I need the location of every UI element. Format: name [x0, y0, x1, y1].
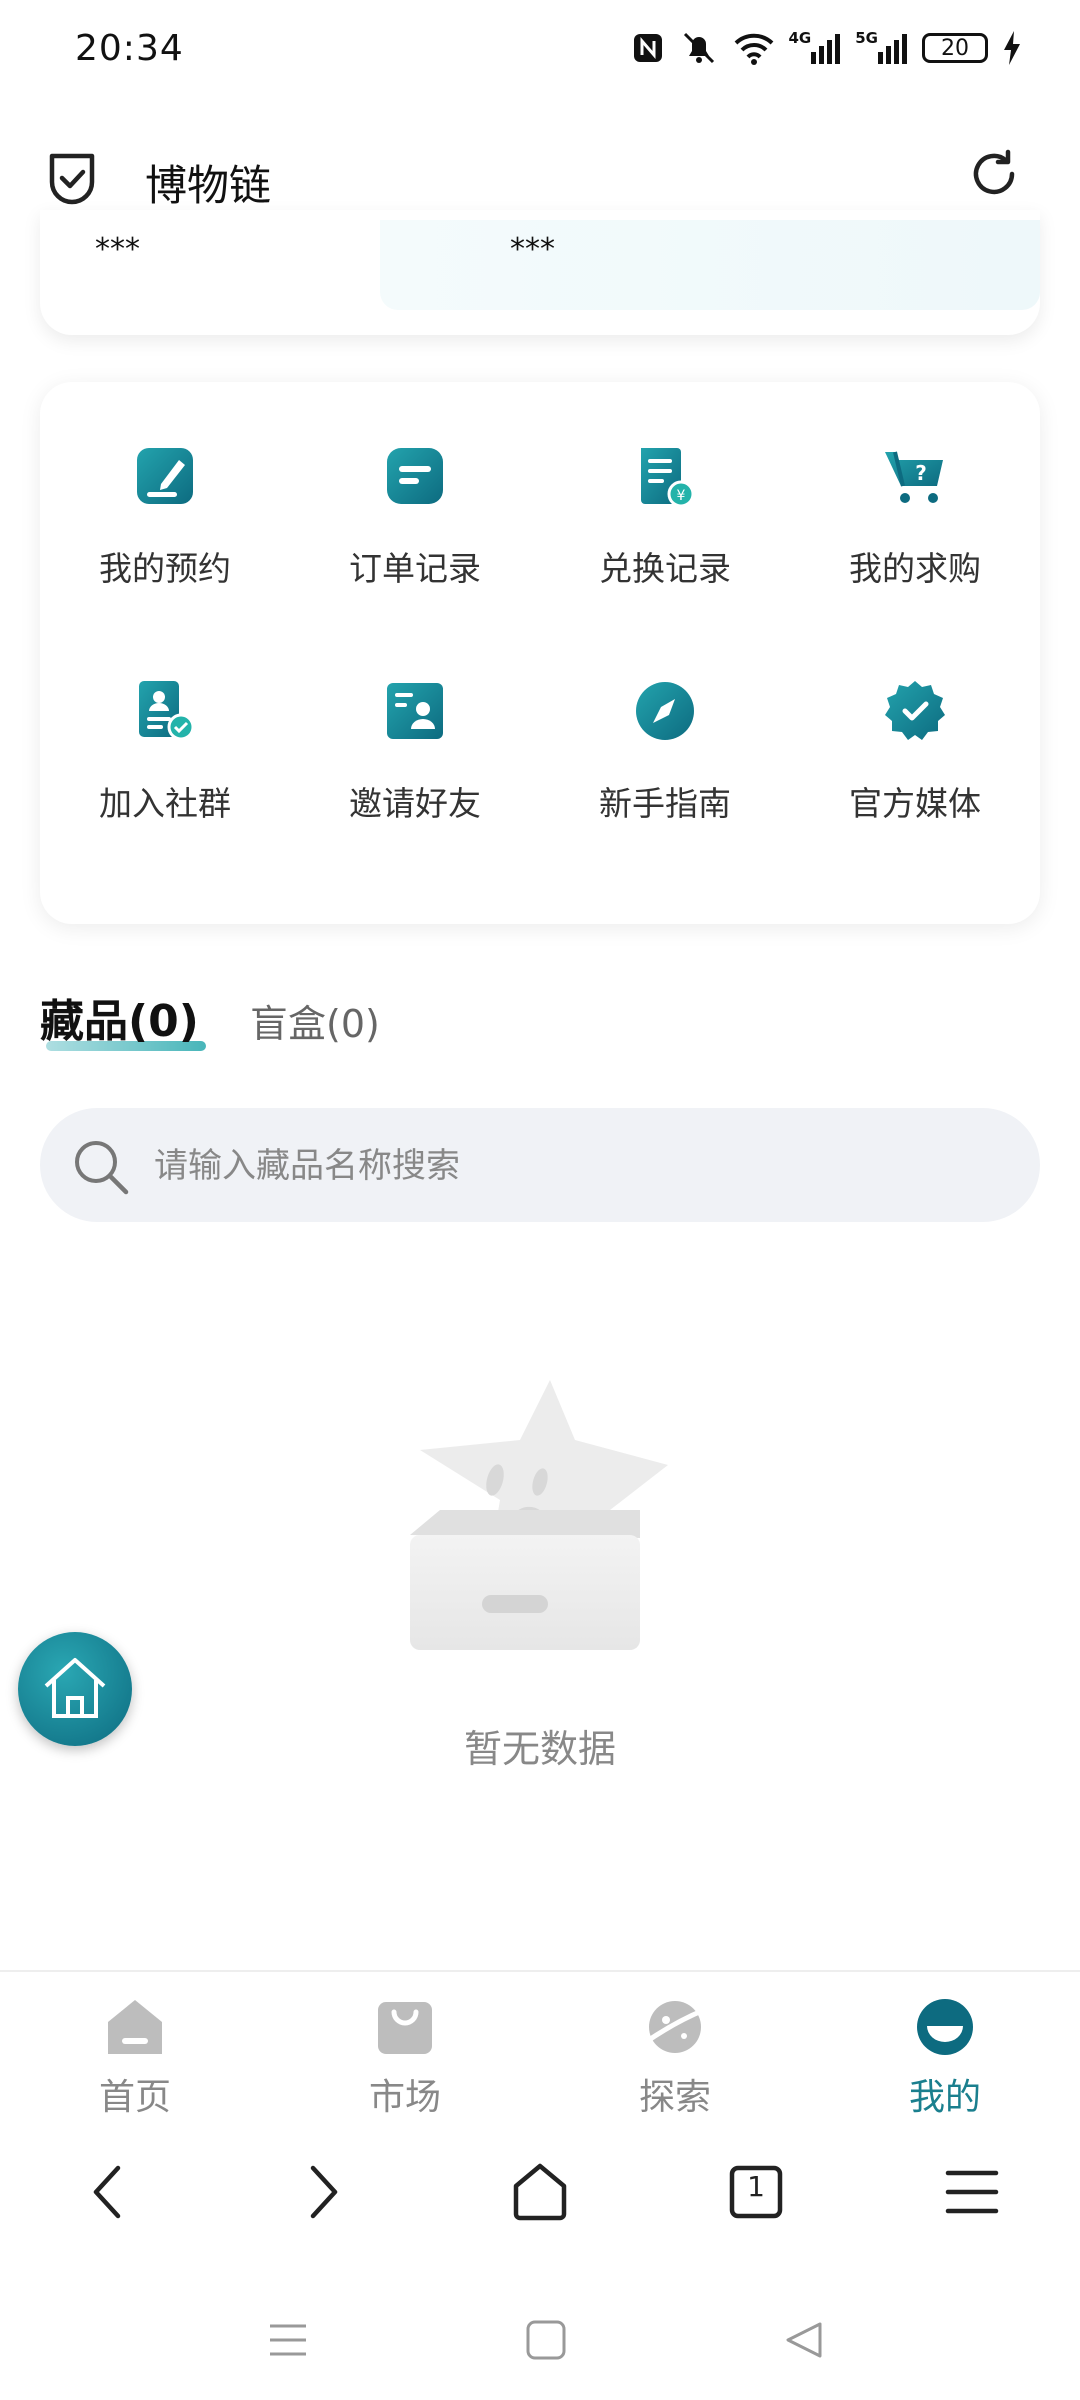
nav-item-explore[interactable]: 探索	[540, 1992, 810, 2120]
invite-card-icon	[387, 683, 443, 739]
compass-icon	[636, 682, 694, 740]
menu-label: 邀请好友	[349, 784, 481, 823]
status-time: 20:34	[75, 28, 184, 69]
signal-5g-label: 5G	[855, 29, 878, 47]
system-recents-button[interactable]	[258, 2310, 318, 2370]
community-card-icon	[139, 681, 195, 741]
signal-4g-icon: 4G	[789, 28, 842, 68]
account-summary-card: *** ***	[40, 210, 1040, 335]
nav-item-home[interactable]: 首页	[0, 1992, 270, 2120]
svg-text:?: ?	[915, 461, 927, 485]
status-icons: 4G 5G 20	[631, 28, 1023, 68]
function-menu-card: 我的预约 订单记录 ¥ 兑换记录 ? 我的求购 加入社群 邀请好友 新手指南 官…	[40, 382, 1040, 924]
browser-back-button[interactable]	[68, 2152, 148, 2232]
browser-tabs-button[interactable]: 1	[716, 2152, 796, 2232]
charging-icon	[1002, 28, 1022, 68]
menu-item-exchange-record[interactable]: ¥ 兑换记录	[540, 382, 790, 588]
bag-nav-icon	[378, 2002, 432, 2054]
profile-nav-icon	[917, 1999, 973, 2055]
signal-5g-icon: 5G	[855, 28, 908, 68]
tab-collections[interactable]: 藏品(0)	[40, 985, 199, 1049]
nav-label: 首页	[98, 2077, 171, 2118]
mute-icon	[679, 28, 719, 68]
bottom-tab-bar: 首页 市场 探索 我的	[0, 1970, 1080, 2132]
search-bar	[40, 1108, 1040, 1222]
summary-left-value: ***	[95, 232, 140, 267]
empty-box-star-illustration	[410, 1380, 668, 1650]
menu-label: 订单记录	[349, 549, 481, 588]
menu-item-my-reservation[interactable]: 我的预约	[40, 382, 290, 588]
hamburger-menu-icon	[945, 2170, 999, 2214]
chevron-right-icon	[310, 2165, 338, 2219]
svg-text:¥: ¥	[677, 488, 686, 504]
order-list-icon	[387, 448, 443, 504]
empty-state-text: 暂无数据	[463, 1727, 616, 1771]
triangle-back-icon	[786, 2322, 822, 2358]
menu-item-official-media[interactable]: 官方媒体	[790, 617, 1040, 823]
wifi-icon	[733, 28, 775, 68]
system-home-button[interactable]	[516, 2310, 576, 2370]
menu-label: 新手指南	[599, 784, 731, 823]
summary-highlight-panel	[380, 220, 1040, 310]
nav-item-mine[interactable]: 我的	[810, 1992, 1080, 2120]
home-outline-icon	[44, 1658, 106, 1718]
battery-indicator: 20	[922, 33, 988, 63]
menu-item-order-record[interactable]: 订单记录	[290, 382, 540, 588]
menu-label: 兑换记录	[599, 549, 731, 588]
floating-home-button[interactable]	[18, 1632, 132, 1746]
menu-item-beginner-guide[interactable]: 新手指南	[540, 617, 790, 823]
recents-lines-icon	[270, 2324, 306, 2356]
app-title: 博物链	[145, 161, 272, 210]
status-bar: 20:34 4G 5G 20	[0, 0, 1080, 100]
browser-forward-button[interactable]	[283, 2152, 363, 2232]
square-home-icon	[526, 2320, 566, 2360]
menu-label: 我的预约	[99, 549, 231, 588]
menu-label: 加入社群	[99, 784, 231, 823]
nav-label: 探索	[638, 2077, 711, 2118]
system-back-button[interactable]	[774, 2310, 834, 2370]
menu-item-my-purchase-request[interactable]: ? 我的求购	[790, 382, 1040, 588]
browser-menu-button[interactable]	[932, 2152, 1012, 2232]
system-navigation-bar	[0, 2270, 1080, 2400]
edit-doc-icon	[137, 448, 193, 504]
summary-right-value: ***	[510, 232, 555, 267]
menu-label: 官方媒体	[849, 784, 981, 823]
home-nav-icon	[108, 2000, 162, 2054]
verified-badge-icon	[885, 681, 945, 740]
planet-nav-icon	[643, 2001, 707, 2053]
search-input[interactable]	[152, 1138, 1006, 1194]
exchange-record-icon: ¥	[641, 448, 695, 508]
signal-4g-label: 4G	[788, 29, 812, 47]
chevron-left-icon	[93, 2165, 121, 2219]
search-icon	[75, 1141, 129, 1195]
cart-question-icon: ?	[885, 451, 943, 503]
menu-item-invite-friends[interactable]: 邀请好友	[290, 617, 540, 823]
nav-label: 市场	[368, 2077, 441, 2118]
tab-blind-box[interactable]: 盲盒(0)	[250, 993, 380, 1048]
refresh-button[interactable]	[966, 146, 1022, 206]
nav-label: 我的	[908, 2077, 981, 2118]
browser-toolbar: 1	[0, 2130, 1080, 2260]
tabs-count: 1	[747, 2170, 765, 2203]
app-screen: 20:34 4G 5G 20 博物链 *** *** 我的预约 订单记录 ¥ 兑…	[0, 0, 1080, 2400]
home-pentagon-icon	[513, 2163, 567, 2221]
menu-item-join-community[interactable]: 加入社群	[40, 617, 290, 823]
nav-item-market[interactable]: 市场	[270, 1992, 540, 2120]
nfc-icon	[631, 28, 665, 68]
shield-check-icon	[44, 148, 100, 212]
refresh-icon	[973, 149, 1015, 195]
menu-label: 我的求购	[849, 549, 981, 588]
browser-home-button[interactable]	[500, 2152, 580, 2232]
